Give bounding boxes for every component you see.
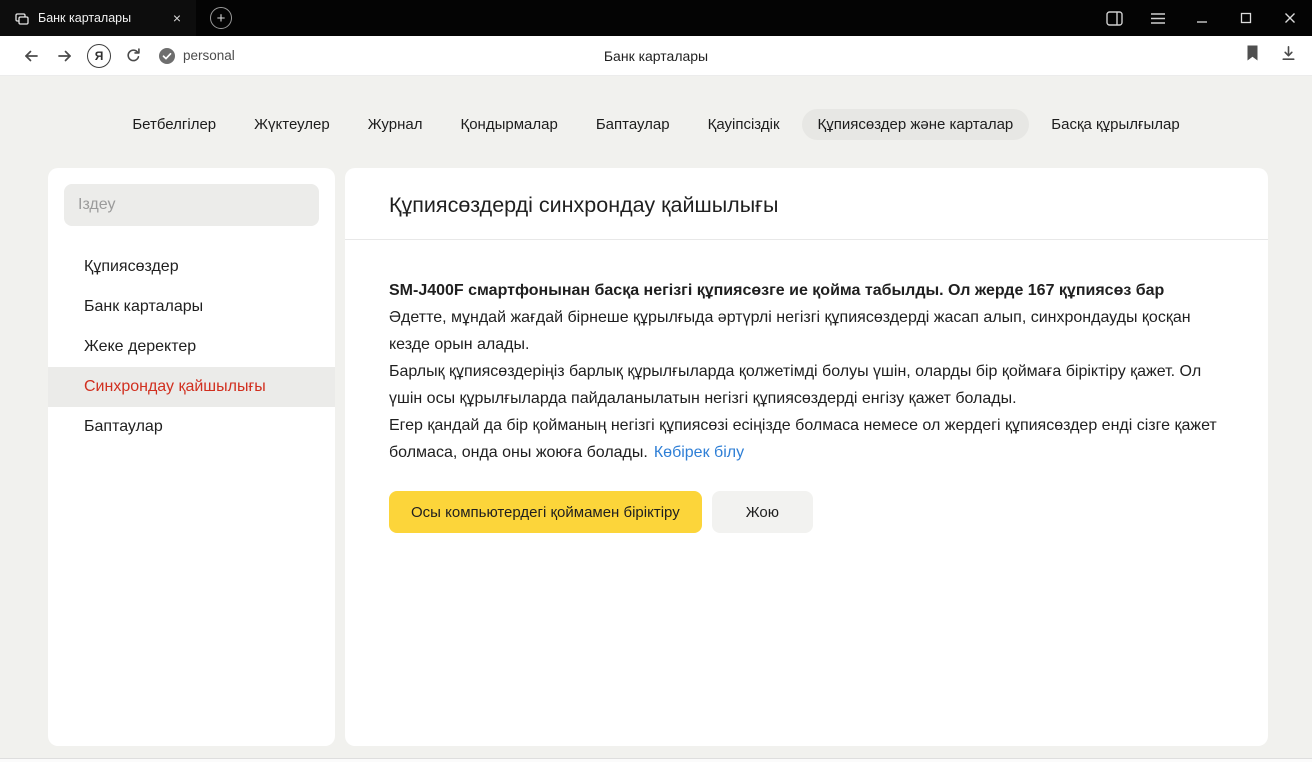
search-input[interactable] <box>64 184 319 226</box>
window-titlebar: Банк карталары × + <box>0 0 1312 36</box>
maximize-button[interactable] <box>1224 0 1268 36</box>
nav-tab-passwords-and-cards[interactable]: Құпиясөздер және карталар <box>802 109 1030 140</box>
passwords-sidebar: Құпиясөздер Банк карталары Жеке деректер… <box>48 168 335 746</box>
bookmark-icon[interactable] <box>1244 44 1261 67</box>
close-window-button[interactable] <box>1268 0 1312 36</box>
yandex-logo-icon[interactable]: Я <box>87 44 111 68</box>
sidebar-item-sync-conflict[interactable]: Синхрондау қайшылығы <box>48 367 335 407</box>
window-bottom-edge <box>0 758 1312 762</box>
minimize-button[interactable] <box>1180 0 1224 36</box>
conflict-paragraph-3: Егер қандай да бір қойманың негізгі құпи… <box>389 412 1224 466</box>
nav-tab-bookmarks[interactable]: Бетбелгілер <box>116 109 232 140</box>
sidebar-item-bank-cards[interactable]: Банк карталары <box>48 287 335 327</box>
profile-chip-label: personal <box>183 48 235 63</box>
new-tab-button[interactable]: + <box>210 7 232 29</box>
conflict-paragraph-2: Барлық құпиясөздеріңіз барлық құрылғылар… <box>389 358 1224 412</box>
nav-tab-settings[interactable]: Баптаулар <box>580 109 686 140</box>
profile-chip[interactable]: personal <box>158 47 235 65</box>
learn-more-link[interactable]: Көбірек білу <box>654 444 744 461</box>
conflict-paragraph-1: Әдетте, мұндай жағдай бірнеше құрылғыда … <box>389 304 1224 358</box>
conflict-heading: SM-J400F смартфонынан басқа негізгі құпи… <box>389 277 1224 304</box>
settings-page: Бетбелгілер Жүктеулер Журнал Қондырмалар… <box>0 76 1312 762</box>
protect-icon <box>158 47 176 65</box>
nav-tab-history[interactable]: Журнал <box>352 109 439 140</box>
sidebar-item-settings[interactable]: Баптаулар <box>48 407 335 447</box>
merge-vault-button[interactable]: Осы компьютердегі қоймамен біріктіру <box>389 491 702 533</box>
action-buttons: Осы компьютердегі қоймамен біріктіру Жою <box>389 491 1224 533</box>
tab-favicon-icon <box>14 10 30 26</box>
browser-tab[interactable]: Банк карталары × <box>0 0 196 36</box>
tab-close-icon[interactable]: × <box>168 9 186 27</box>
side-panel-icon[interactable] <box>1092 0 1136 36</box>
back-icon[interactable] <box>14 39 48 73</box>
nav-tab-extensions[interactable]: Қондырмалар <box>444 109 573 140</box>
tabs-menu-icon[interactable] <box>1136 0 1180 36</box>
sidebar-item-personal-data[interactable]: Жеке деректер <box>48 327 335 367</box>
nav-tab-security[interactable]: Қауіпсіздік <box>692 109 796 140</box>
nav-tab-downloads[interactable]: Жүктеулер <box>238 109 346 140</box>
settings-section-nav: Бетбелгілер Жүктеулер Журнал Қондырмалар… <box>0 109 1312 140</box>
reload-icon[interactable] <box>116 39 150 73</box>
sidebar-list: Құпиясөздер Банк карталары Жеке деректер… <box>48 247 335 447</box>
downloads-icon[interactable] <box>1279 44 1298 68</box>
delete-vault-button[interactable]: Жою <box>712 491 813 533</box>
sync-conflict-panel: Құпиясөздерді синхрондау қайшылығы SM-J4… <box>345 168 1268 746</box>
browser-toolbar: Я personal Банк карталары <box>0 36 1312 76</box>
tab-title: Банк карталары <box>38 11 160 25</box>
sidebar-item-passwords[interactable]: Құпиясөздер <box>48 247 335 287</box>
nav-tab-other-devices[interactable]: Басқа құрылғылар <box>1035 109 1195 140</box>
panel-title: Құпиясөздерді синхрондау қайшылығы <box>345 168 1268 239</box>
forward-icon[interactable] <box>48 39 82 73</box>
